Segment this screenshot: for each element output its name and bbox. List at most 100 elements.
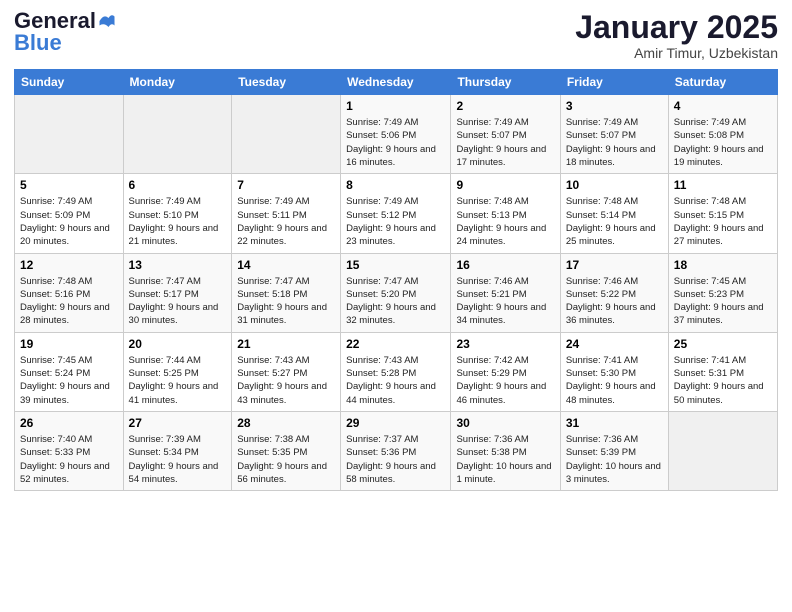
calendar-cell: 2 Sunrise: 7:49 AM Sunset: 5:07 PM Daylig…	[451, 95, 560, 174]
day-number: 9	[456, 178, 554, 192]
day-number: 29	[346, 416, 445, 430]
day-info: Sunrise: 7:43 AM Sunset: 5:27 PM Dayligh…	[237, 354, 335, 407]
header: General Blue January 2025 Amir Timur, Uz…	[14, 10, 778, 61]
calendar-cell: 9 Sunrise: 7:48 AM Sunset: 5:13 PM Daylig…	[451, 174, 560, 253]
calendar-cell: 1Sunrise: 7:49 AM Sunset: 5:06 PM Daylig…	[341, 95, 451, 174]
day-number: 6	[129, 178, 227, 192]
header-row: Sunday Monday Tuesday Wednesday Thursday…	[15, 70, 778, 95]
calendar-cell: 8 Sunrise: 7:49 AM Sunset: 5:12 PM Daylig…	[341, 174, 451, 253]
day-info: Sunrise: 7:40 AM Sunset: 5:33 PM Dayligh…	[20, 433, 118, 486]
day-number: 14	[237, 258, 335, 272]
day-info: Sunrise: 7:49 AM Sunset: 5:12 PM Dayligh…	[346, 195, 445, 248]
calendar-cell: 7 Sunrise: 7:49 AM Sunset: 5:11 PM Daylig…	[232, 174, 341, 253]
day-info: Sunrise: 7:47 AM Sunset: 5:17 PM Dayligh…	[129, 275, 227, 328]
page-container: General Blue January 2025 Amir Timur, Uz…	[0, 0, 792, 497]
day-number: 13	[129, 258, 227, 272]
calendar-cell: 30 Sunrise: 7:36 AM Sunset: 5:38 PM Dayli…	[451, 411, 560, 490]
logo-text-line1: General	[14, 10, 96, 32]
calendar-week-1: 5 Sunrise: 7:49 AM Sunset: 5:09 PM Daylig…	[15, 174, 778, 253]
calendar-cell: 21 Sunrise: 7:43 AM Sunset: 5:27 PM Dayli…	[232, 332, 341, 411]
calendar-cell: 31 Sunrise: 7:36 AM Sunset: 5:39 PM Dayli…	[560, 411, 668, 490]
logo-text-line2: Blue	[14, 32, 62, 54]
day-number: 26	[20, 416, 118, 430]
day-info: Sunrise: 7:45 AM Sunset: 5:24 PM Dayligh…	[20, 354, 118, 407]
col-friday: Friday	[560, 70, 668, 95]
calendar-cell	[232, 95, 341, 174]
calendar-cell: 27Sunrise: 7:39 AM Sunset: 5:34 PM Dayli…	[123, 411, 232, 490]
day-number: 17	[566, 258, 663, 272]
calendar-cell: 11Sunrise: 7:48 AM Sunset: 5:15 PM Dayli…	[668, 174, 777, 253]
calendar-cell: 10 Sunrise: 7:48 AM Sunset: 5:14 PM Dayli…	[560, 174, 668, 253]
calendar-cell: 19 Sunrise: 7:45 AM Sunset: 5:24 PM Dayli…	[15, 332, 124, 411]
calendar-week-4: 26 Sunrise: 7:40 AM Sunset: 5:33 PM Dayli…	[15, 411, 778, 490]
day-info: Sunrise: 7:42 AM Sunset: 5:29 PM Dayligh…	[456, 354, 554, 407]
col-tuesday: Tuesday	[232, 70, 341, 95]
calendar-cell: 25 Sunrise: 7:41 AM Sunset: 5:31 PM Dayli…	[668, 332, 777, 411]
day-number: 23	[456, 337, 554, 351]
calendar-cell: 12 Sunrise: 7:48 AM Sunset: 5:16 PM Dayli…	[15, 253, 124, 332]
day-number: 8	[346, 178, 445, 192]
calendar-week-2: 12 Sunrise: 7:48 AM Sunset: 5:16 PM Dayli…	[15, 253, 778, 332]
col-monday: Monday	[123, 70, 232, 95]
day-info: Sunrise: 7:49 AM Sunset: 5:07 PM Dayligh…	[456, 116, 554, 169]
calendar-cell: 22Sunrise: 7:43 AM Sunset: 5:28 PM Dayli…	[341, 332, 451, 411]
day-number: 10	[566, 178, 663, 192]
day-info: Sunrise: 7:48 AM Sunset: 5:16 PM Dayligh…	[20, 275, 118, 328]
calendar-cell	[15, 95, 124, 174]
day-info: Sunrise: 7:46 AM Sunset: 5:21 PM Dayligh…	[456, 275, 554, 328]
day-info: Sunrise: 7:39 AM Sunset: 5:34 PM Dayligh…	[129, 433, 227, 486]
calendar-cell: 15 Sunrise: 7:47 AM Sunset: 5:20 PM Dayli…	[341, 253, 451, 332]
day-info: Sunrise: 7:36 AM Sunset: 5:39 PM Dayligh…	[566, 433, 663, 486]
day-info: Sunrise: 7:49 AM Sunset: 5:08 PM Dayligh…	[674, 116, 772, 169]
calendar-table: Sunday Monday Tuesday Wednesday Thursday…	[14, 69, 778, 491]
day-number: 18	[674, 258, 772, 272]
day-info: Sunrise: 7:48 AM Sunset: 5:14 PM Dayligh…	[566, 195, 663, 248]
day-info: Sunrise: 7:44 AM Sunset: 5:25 PM Dayligh…	[129, 354, 227, 407]
day-number: 12	[20, 258, 118, 272]
calendar-week-3: 19 Sunrise: 7:45 AM Sunset: 5:24 PM Dayli…	[15, 332, 778, 411]
calendar-cell: 26 Sunrise: 7:40 AM Sunset: 5:33 PM Dayli…	[15, 411, 124, 490]
day-number: 7	[237, 178, 335, 192]
day-info: Sunrise: 7:43 AM Sunset: 5:28 PM Dayligh…	[346, 354, 445, 407]
day-number: 16	[456, 258, 554, 272]
calendar-cell: 17Sunrise: 7:46 AM Sunset: 5:22 PM Dayli…	[560, 253, 668, 332]
calendar-cell: 29 Sunrise: 7:37 AM Sunset: 5:36 PM Dayli…	[341, 411, 451, 490]
day-number: 19	[20, 337, 118, 351]
day-info: Sunrise: 7:37 AM Sunset: 5:36 PM Dayligh…	[346, 433, 445, 486]
logo-icon	[98, 12, 116, 30]
calendar-cell	[123, 95, 232, 174]
calendar-cell	[668, 411, 777, 490]
calendar-cell: 5 Sunrise: 7:49 AM Sunset: 5:09 PM Daylig…	[15, 174, 124, 253]
day-info: Sunrise: 7:49 AM Sunset: 5:11 PM Dayligh…	[237, 195, 335, 248]
day-info: Sunrise: 7:49 AM Sunset: 5:07 PM Dayligh…	[566, 116, 663, 169]
day-number: 20	[129, 337, 227, 351]
calendar-week-0: 1Sunrise: 7:49 AM Sunset: 5:06 PM Daylig…	[15, 95, 778, 174]
day-number: 21	[237, 337, 335, 351]
day-info: Sunrise: 7:48 AM Sunset: 5:13 PM Dayligh…	[456, 195, 554, 248]
day-info: Sunrise: 7:45 AM Sunset: 5:23 PM Dayligh…	[674, 275, 772, 328]
calendar-subtitle: Amir Timur, Uzbekistan	[575, 45, 778, 61]
col-wednesday: Wednesday	[341, 70, 451, 95]
title-block: January 2025 Amir Timur, Uzbekistan	[575, 10, 778, 61]
day-number: 24	[566, 337, 663, 351]
day-number: 2	[456, 99, 554, 113]
day-number: 30	[456, 416, 554, 430]
calendar-cell: 20 Sunrise: 7:44 AM Sunset: 5:25 PM Dayli…	[123, 332, 232, 411]
day-number: 15	[346, 258, 445, 272]
day-number: 5	[20, 178, 118, 192]
day-info: Sunrise: 7:41 AM Sunset: 5:31 PM Dayligh…	[674, 354, 772, 407]
day-info: Sunrise: 7:49 AM Sunset: 5:09 PM Dayligh…	[20, 195, 118, 248]
day-info: Sunrise: 7:49 AM Sunset: 5:06 PM Dayligh…	[346, 116, 445, 169]
day-info: Sunrise: 7:36 AM Sunset: 5:38 PM Dayligh…	[456, 433, 554, 486]
day-info: Sunrise: 7:41 AM Sunset: 5:30 PM Dayligh…	[566, 354, 663, 407]
day-number: 4	[674, 99, 772, 113]
calendar-title: January 2025	[575, 10, 778, 45]
calendar-cell: 14Sunrise: 7:47 AM Sunset: 5:18 PM Dayli…	[232, 253, 341, 332]
col-saturday: Saturday	[668, 70, 777, 95]
day-number: 31	[566, 416, 663, 430]
calendar-cell: 28Sunrise: 7:38 AM Sunset: 5:35 PM Dayli…	[232, 411, 341, 490]
day-info: Sunrise: 7:47 AM Sunset: 5:20 PM Dayligh…	[346, 275, 445, 328]
day-info: Sunrise: 7:38 AM Sunset: 5:35 PM Dayligh…	[237, 433, 335, 486]
day-number: 25	[674, 337, 772, 351]
calendar-cell: 23 Sunrise: 7:42 AM Sunset: 5:29 PM Dayli…	[451, 332, 560, 411]
